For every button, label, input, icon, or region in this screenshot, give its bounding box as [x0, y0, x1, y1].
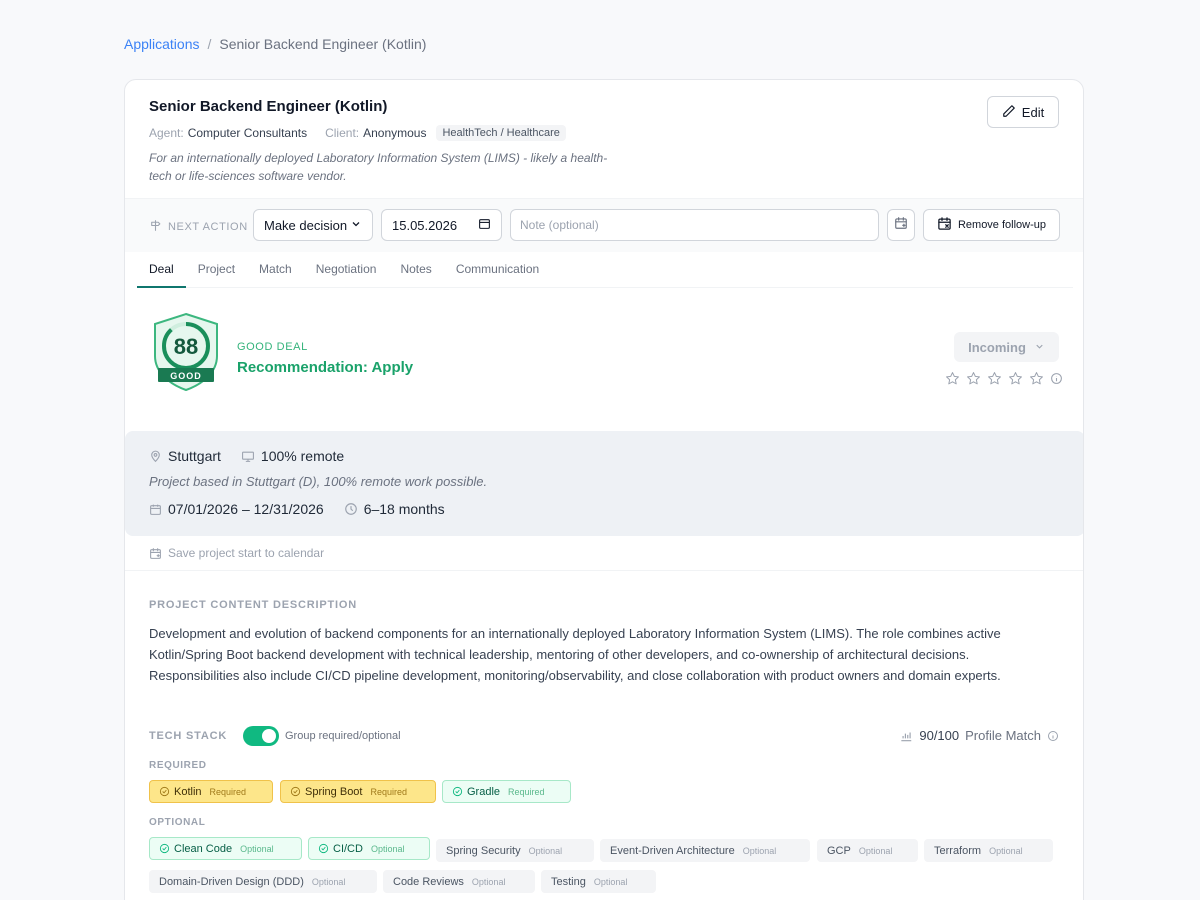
calendar-plus-icon — [150, 547, 161, 559]
check-circle-icon — [159, 786, 170, 797]
chip-event-driven-architecture[interactable]: Event-Driven Architecture Optional — [600, 839, 810, 862]
check-circle-icon — [290, 786, 301, 797]
breadcrumb-applications-link[interactable]: Applications — [124, 36, 200, 52]
project-duration: 6–18 months — [344, 501, 445, 517]
location-panel: Stuttgart 100% remote Project based in S… — [125, 431, 1083, 536]
remove-follow-up-button[interactable]: Remove follow-up — [923, 209, 1060, 241]
tab-communication[interactable]: Communication — [444, 252, 551, 288]
score-label: GOOD — [170, 371, 202, 381]
chip-testing[interactable]: Testing Optional — [541, 870, 656, 893]
tech-stack-title: TECH STACK — [149, 730, 228, 742]
divider — [125, 570, 1083, 571]
star-icon[interactable] — [966, 371, 981, 391]
star-icon[interactable] — [1029, 371, 1044, 391]
star-icon[interactable] — [1008, 371, 1023, 391]
tab-match[interactable]: Match — [247, 252, 304, 288]
breadcrumb-separator: / — [207, 36, 212, 52]
breadcrumb: Applications / Senior Backend Engineer (… — [124, 36, 426, 52]
check-circle-icon — [318, 843, 329, 854]
client-value: Anonymous — [363, 126, 427, 140]
monitor-icon — [241, 451, 254, 462]
next-action-select[interactable]: Make decision — [253, 209, 373, 241]
location-remote: 100% remote — [241, 448, 344, 464]
clock-icon — [344, 503, 357, 515]
chip-spring-boot[interactable]: Spring Boot Required — [280, 780, 436, 803]
application-card: Senior Backend Engineer (Kotlin) Agent: … — [124, 79, 1084, 900]
deal-score-badge: 88 GOOD — [151, 312, 221, 397]
deal-recommendation: Recommendation: Apply — [237, 359, 414, 376]
next-action-bar: NEXT ACTION Make decision 15.05.2026 Not… — [125, 198, 1083, 252]
info-icon[interactable] — [1047, 730, 1059, 742]
chip-gcp[interactable]: GCP Optional — [817, 839, 918, 862]
save-to-calendar-link[interactable]: Save project start to calendar — [149, 546, 324, 560]
deal-category: GOOD DEAL — [237, 341, 308, 353]
chevron-down-icon — [350, 218, 362, 233]
profile-match: 90/100 Profile Match — [899, 728, 1059, 743]
agent-value: Computer Consultants — [187, 126, 308, 140]
next-action-date-input[interactable]: 15.05.2026 — [381, 209, 502, 241]
shield-score-icon: 88 GOOD — [154, 312, 218, 392]
chevron-down-icon — [1034, 340, 1045, 355]
optional-label: OPTIONAL — [149, 817, 206, 828]
group-toggle-label: Group required/optional — [285, 730, 401, 742]
client-description: For an internationally deployed Laborato… — [149, 151, 608, 183]
content-text: Development and evolution of backend com… — [149, 626, 1001, 683]
tab-project[interactable]: Project — [186, 252, 247, 288]
page-title: Senior Backend Engineer (Kotlin) — [149, 98, 388, 115]
required-label: REQUIRED — [149, 760, 207, 771]
next-action-label: NEXT ACTION — [149, 219, 248, 235]
tab-bar: Deal Project Match Negotiation Notes Com… — [137, 252, 1073, 288]
info-icon[interactable] — [1050, 372, 1063, 390]
star-icon[interactable] — [987, 371, 1002, 391]
edit-button[interactable]: Edit — [987, 96, 1059, 128]
calendar-x-icon — [937, 216, 952, 234]
check-circle-icon — [159, 843, 170, 854]
content-title: PROJECT CONTENT DESCRIPTION — [149, 599, 358, 611]
star-icon[interactable] — [945, 371, 960, 391]
breadcrumb-current: Senior Backend Engineer (Kotlin) — [219, 36, 427, 52]
calendar-icon — [150, 504, 161, 515]
application-header: Senior Backend Engineer (Kotlin) Agent: … — [149, 98, 749, 185]
bar-chart-icon — [901, 732, 912, 741]
edit-label: Edit — [1021, 104, 1045, 120]
industry-tag: HealthTech / Healthcare — [436, 125, 566, 141]
group-toggle[interactable] — [243, 726, 279, 746]
chip-gradle[interactable]: Gradle Required — [442, 780, 571, 803]
chip-terraform[interactable]: Terraform Optional — [924, 839, 1053, 862]
match-label: Profile Match — [965, 728, 1041, 743]
location-city: Stuttgart — [149, 448, 221, 464]
status-dropdown[interactable]: Incoming — [954, 332, 1059, 362]
client-label: Client: — [325, 126, 360, 140]
chip-clean-code[interactable]: Clean Code Optional — [149, 837, 302, 860]
map-pin-icon — [151, 450, 160, 463]
check-circle-icon — [452, 786, 463, 797]
calendar-plus-icon — [894, 216, 908, 235]
tab-notes[interactable]: Notes — [388, 252, 443, 288]
chip-spring-security[interactable]: Spring Security Optional — [436, 839, 594, 862]
score-value: 88 — [174, 334, 198, 359]
chip-ci-cd[interactable]: CI/CD Optional — [308, 837, 430, 860]
pencil-icon — [1002, 104, 1016, 121]
calendar-icon[interactable] — [478, 217, 491, 233]
chip-domain-driven-design[interactable]: Domain-Driven Design (DDD) Optional — [149, 870, 377, 893]
signpost-icon — [149, 219, 162, 235]
rating-stars — [945, 371, 1063, 391]
tab-deal[interactable]: Deal — [137, 252, 186, 288]
location-description: Project based in Stuttgart (D), 100% rem… — [149, 474, 488, 489]
add-to-calendar-button[interactable] — [887, 209, 915, 241]
agent-label: Agent: — [149, 126, 184, 140]
project-dates: 07/01/2026 – 12/31/2026 — [149, 501, 324, 517]
match-score: 90/100 — [919, 728, 960, 743]
chip-code-reviews[interactable]: Code Reviews Optional — [383, 870, 535, 893]
tab-negotiation[interactable]: Negotiation — [304, 252, 389, 288]
meta-row: Agent: Computer Consultants Client: Anon… — [149, 125, 749, 141]
chip-kotlin[interactable]: Kotlin Required — [149, 780, 273, 803]
note-input[interactable]: Note (optional) — [510, 209, 879, 241]
